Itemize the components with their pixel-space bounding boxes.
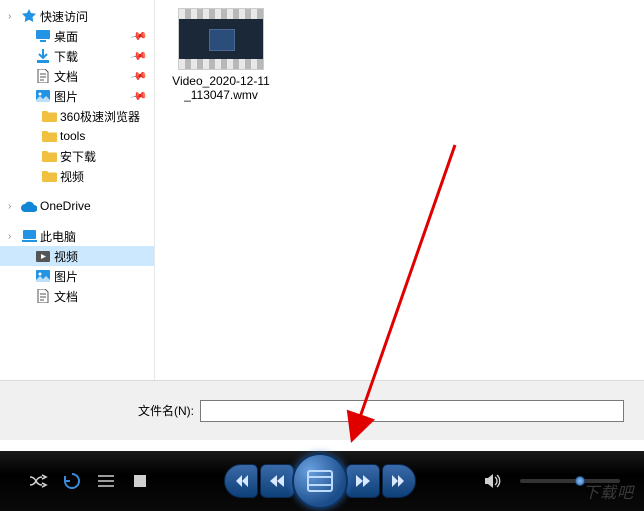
shuffle-button[interactable] bbox=[24, 467, 52, 495]
library-icon bbox=[307, 470, 333, 492]
folder-icon bbox=[40, 130, 58, 142]
volume-button[interactable] bbox=[480, 467, 508, 495]
pin-icon: 📌 bbox=[130, 67, 149, 86]
document-icon bbox=[34, 69, 52, 83]
file-list: Video_2020-12-11_113047.wmv bbox=[155, 0, 644, 380]
sidebar-item-8[interactable]: 视频 bbox=[0, 166, 154, 186]
pictures-icon bbox=[34, 270, 52, 282]
cloud-icon bbox=[20, 201, 38, 212]
sidebar-item-label: 安下载 bbox=[58, 148, 96, 165]
file-name: Video_2020-12-11_113047.wmv bbox=[171, 74, 271, 102]
expand-icon[interactable]: › bbox=[8, 231, 20, 242]
pin-icon: 📌 bbox=[130, 47, 149, 66]
videos-icon bbox=[34, 251, 52, 262]
sidebar-item-13[interactable]: 文档 bbox=[0, 286, 154, 306]
next-button[interactable] bbox=[382, 464, 416, 498]
file-explorer: › 快速访问桌面 📌 下载 📌 文档 📌 图片 📌 360极速浏览器 tools 安下载视频 › OneD… bbox=[0, 0, 644, 380]
sidebar-item-label: tools bbox=[58, 129, 85, 143]
sidebar-item-0[interactable]: › 快速访问 bbox=[0, 6, 154, 26]
video-thumbnail bbox=[178, 8, 264, 70]
sidebar-item-label: 视频 bbox=[52, 248, 78, 265]
computer-icon bbox=[20, 230, 38, 242]
sidebar: › 快速访问桌面 📌 下载 📌 文档 📌 图片 📌 360极速浏览器 tools 安下载视频 › OneD… bbox=[0, 0, 155, 380]
expand-icon[interactable]: › bbox=[8, 201, 20, 212]
sidebar-item-12[interactable]: 图片 bbox=[0, 266, 154, 286]
sidebar-item-9[interactable]: › OneDrive bbox=[0, 196, 154, 216]
repeat-button[interactable] bbox=[58, 467, 86, 495]
download-icon bbox=[34, 49, 52, 63]
sidebar-item-label: 图片 bbox=[52, 88, 78, 105]
folder-icon bbox=[40, 170, 58, 182]
sidebar-item-label: 下载 bbox=[52, 48, 78, 65]
sidebar-item-3[interactable]: 文档 📌 bbox=[0, 66, 154, 86]
sidebar-item-label: 文档 bbox=[52, 68, 78, 85]
volume-slider[interactable] bbox=[520, 479, 620, 483]
filename-input[interactable] bbox=[200, 400, 624, 422]
sidebar-item-1[interactable]: 桌面 📌 bbox=[0, 26, 154, 46]
stop-button[interactable] bbox=[126, 467, 154, 495]
volume-thumb[interactable] bbox=[575, 476, 585, 486]
star-icon bbox=[20, 9, 38, 23]
sidebar-item-label: 桌面 bbox=[52, 28, 78, 45]
list-button[interactable] bbox=[92, 467, 120, 495]
sidebar-item-label: 快速访问 bbox=[38, 8, 88, 25]
filename-bar: 文件名(N): bbox=[0, 380, 644, 440]
file-item[interactable]: Video_2020-12-11_113047.wmv bbox=[171, 8, 271, 102]
center-controls bbox=[224, 453, 416, 509]
player-bar bbox=[0, 451, 644, 511]
library-button[interactable] bbox=[292, 453, 348, 509]
document-icon bbox=[34, 289, 52, 303]
folder-icon bbox=[40, 150, 58, 162]
volume-control bbox=[480, 467, 620, 495]
sidebar-item-label: 此电脑 bbox=[38, 228, 76, 245]
sidebar-item-11[interactable]: 视频 bbox=[0, 246, 154, 266]
sidebar-item-label: OneDrive bbox=[38, 199, 91, 213]
pictures-icon bbox=[34, 90, 52, 102]
filename-label: 文件名(N): bbox=[0, 402, 200, 419]
sidebar-item-4[interactable]: 图片 📌 bbox=[0, 86, 154, 106]
pin-icon: 📌 bbox=[130, 27, 149, 46]
pin-icon: 📌 bbox=[130, 87, 149, 106]
expand-icon[interactable]: › bbox=[8, 11, 20, 22]
sidebar-item-2[interactable]: 下载 📌 bbox=[0, 46, 154, 66]
desktop-icon bbox=[34, 30, 52, 42]
sidebar-item-label: 360极速浏览器 bbox=[58, 108, 140, 125]
rewind-button[interactable] bbox=[260, 464, 294, 498]
sidebar-item-7[interactable]: 安下载 bbox=[0, 146, 154, 166]
sidebar-item-10[interactable]: › 此电脑 bbox=[0, 226, 154, 246]
forward-button[interactable] bbox=[346, 464, 380, 498]
sidebar-item-label: 文档 bbox=[52, 288, 78, 305]
sidebar-item-label: 图片 bbox=[52, 268, 78, 285]
folder-icon bbox=[40, 110, 58, 122]
sidebar-item-label: 视频 bbox=[58, 168, 84, 185]
sidebar-item-6[interactable]: tools bbox=[0, 126, 154, 146]
previous-button[interactable] bbox=[224, 464, 258, 498]
sidebar-item-5[interactable]: 360极速浏览器 bbox=[0, 106, 154, 126]
